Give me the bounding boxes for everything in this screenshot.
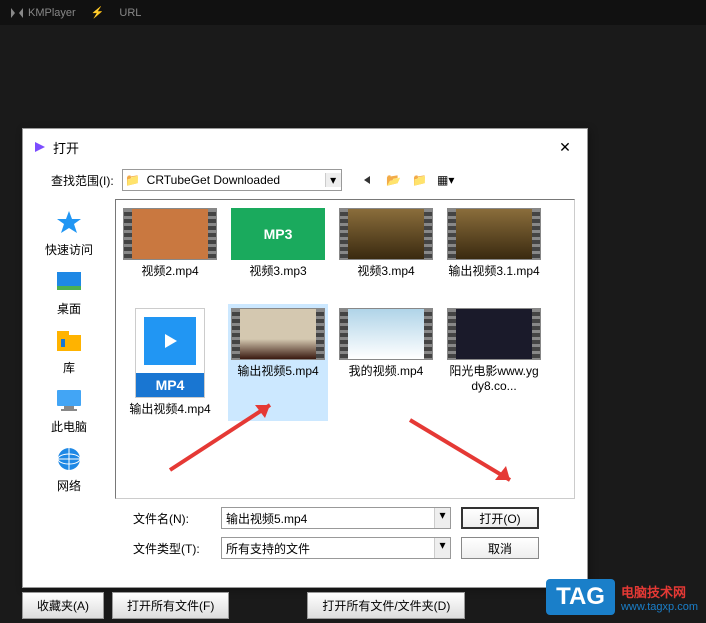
file-item[interactable]: 输出视频3.1.mp4	[444, 204, 544, 284]
places-sidebar: 快速访问 桌面 库 此电脑 网络	[23, 199, 115, 499]
dialog-title: 打开	[53, 138, 79, 157]
sidebar-thispc[interactable]: 此电脑	[49, 382, 89, 437]
folder-dropdown[interactable]: 📁 CRTubeGet Downloaded ▾	[122, 169, 342, 191]
file-item[interactable]: 视频3.mp4	[336, 204, 436, 284]
sidebar-desktop[interactable]: 桌面	[51, 264, 87, 319]
chevron-down-icon[interactable]: ▾	[325, 173, 341, 187]
new-folder-icon[interactable]: 📁	[410, 170, 430, 190]
close-button[interactable]: ✕	[553, 135, 577, 159]
chevron-down-icon[interactable]: ▾	[434, 508, 450, 528]
filename-label: 文件名(N):	[133, 510, 211, 527]
url-label[interactable]: URL	[119, 7, 141, 19]
network-icon	[53, 443, 85, 475]
open-all-files-button[interactable]: 打开所有文件(F)	[112, 592, 229, 619]
view-menu-icon[interactable]: ▦▾	[436, 170, 456, 190]
star-icon	[53, 207, 85, 239]
up-folder-icon[interactable]: 📂	[384, 170, 404, 190]
file-list[interactable]: 视频2.mp4 MP3 视频3.mp3 视频3.mp4 输出视频3.1.mp4	[115, 199, 575, 499]
extra-buttons: 收藏夹(A) 打开所有文件(F) 打开所有文件/文件夹(D)	[22, 592, 465, 619]
open-button[interactable]: 打开(O)	[461, 507, 539, 529]
open-all-folders-button[interactable]: 打开所有文件/文件夹(D)	[307, 592, 465, 619]
tag-badge: TAG	[546, 579, 615, 615]
cancel-button[interactable]: 取消	[461, 537, 539, 559]
search-label: 查找范围(I):	[51, 172, 114, 189]
file-item-selected[interactable]: 输出视频5.mp4	[228, 304, 328, 422]
app-name: KMPlayer	[28, 7, 76, 19]
app-logo: KMPlayer	[10, 7, 76, 19]
file-item[interactable]: MP4 输出视频4.mp4	[120, 304, 220, 422]
mp3-icon: MP3	[231, 208, 325, 260]
sidebar-quickaccess[interactable]: 快速访问	[43, 205, 95, 260]
open-dialog: 打开 ✕ 查找范围(I): 📁 CRTubeGet Downloaded ▾ 📂…	[22, 128, 588, 588]
lightning-icon: ⚡	[91, 6, 105, 19]
favorites-button[interactable]: 收藏夹(A)	[22, 592, 104, 619]
file-item[interactable]: MP3 视频3.mp3	[228, 204, 328, 284]
file-item[interactable]: 阳光电影www.ygdy8.co...	[444, 304, 544, 422]
search-row: 查找范围(I): 📁 CRTubeGet Downloaded ▾ 📂 📁 ▦▾	[23, 165, 587, 199]
back-icon[interactable]	[358, 170, 378, 190]
filename-input[interactable]: 输出视频5.mp4 ▾	[221, 507, 451, 529]
library-icon	[53, 325, 85, 357]
dialog-titlebar: 打开 ✕	[23, 129, 587, 165]
file-item[interactable]: 我的视频.mp4	[336, 304, 436, 422]
folder-icon: 📁	[123, 173, 143, 187]
file-item[interactable]: 视频2.mp4	[120, 204, 220, 284]
sidebar-library[interactable]: 库	[51, 323, 87, 378]
watermark: TAG 电脑技术网 www.tagxp.com	[546, 579, 698, 615]
bottom-controls: 文件名(N): 输出视频5.mp4 ▾ 打开(O) 文件类型(T): 所有支持的…	[23, 499, 587, 571]
desktop-icon	[53, 266, 85, 298]
chevron-down-icon[interactable]: ▾	[434, 538, 450, 558]
app-header: KMPlayer ⚡ URL	[0, 0, 706, 25]
mp4-file-icon: MP4	[135, 308, 205, 398]
filetype-dropdown[interactable]: 所有支持的文件 ▾	[221, 537, 451, 559]
sidebar-network[interactable]: 网络	[51, 441, 87, 496]
filetype-label: 文件类型(T):	[133, 540, 211, 557]
folder-name: CRTubeGet Downloaded	[143, 173, 325, 187]
play-icon	[33, 140, 47, 154]
pc-icon	[53, 384, 85, 416]
